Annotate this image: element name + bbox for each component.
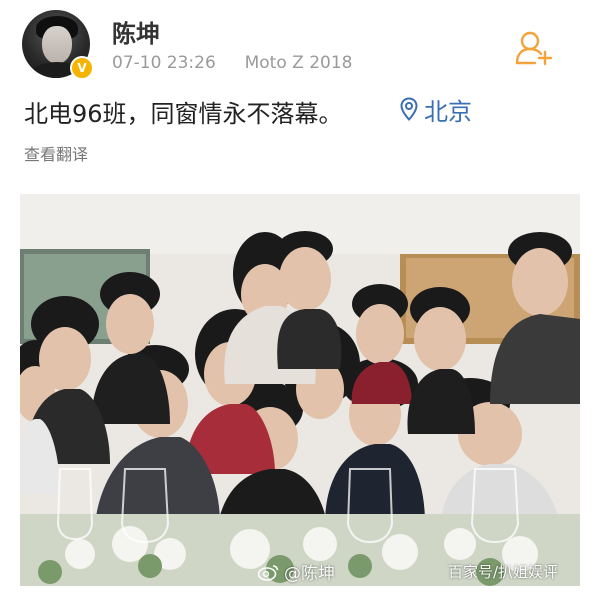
weibo-watermark-text: @陈坤 [284,564,335,584]
post-photo[interactable]: @陈坤 百家号/扒姐娱评 [20,194,580,586]
group-photo [20,194,580,586]
follow-button[interactable] [512,28,558,68]
post-timestamp: 07-10 23:26 [112,53,216,73]
location-link[interactable]: 北京 [400,94,472,126]
translate-link[interactable]: 查看翻译 [24,141,88,165]
weibo-logo-icon [258,564,279,581]
weibo-watermark: @陈坤 [258,559,335,584]
post-text: 北电96班，同窗情永不落幕。 [24,100,343,128]
baijia-watermark: 百家号/扒姐娱评 [448,563,559,581]
add-user-icon [515,31,553,66]
weibo-post: V 陈坤 07-10 23:26 Moto Z 2018 北电96班，同窗情永不… [0,0,600,593]
verified-badge-icon: V [70,56,94,80]
author-name[interactable]: 陈坤 [112,14,160,49]
location-pin-icon [400,97,418,121]
post-device: Moto Z 2018 [244,53,353,73]
post-meta: 07-10 23:26 Moto Z 2018 [112,53,352,73]
location-label: 北京 [424,97,472,126]
avatar-face [42,26,72,64]
